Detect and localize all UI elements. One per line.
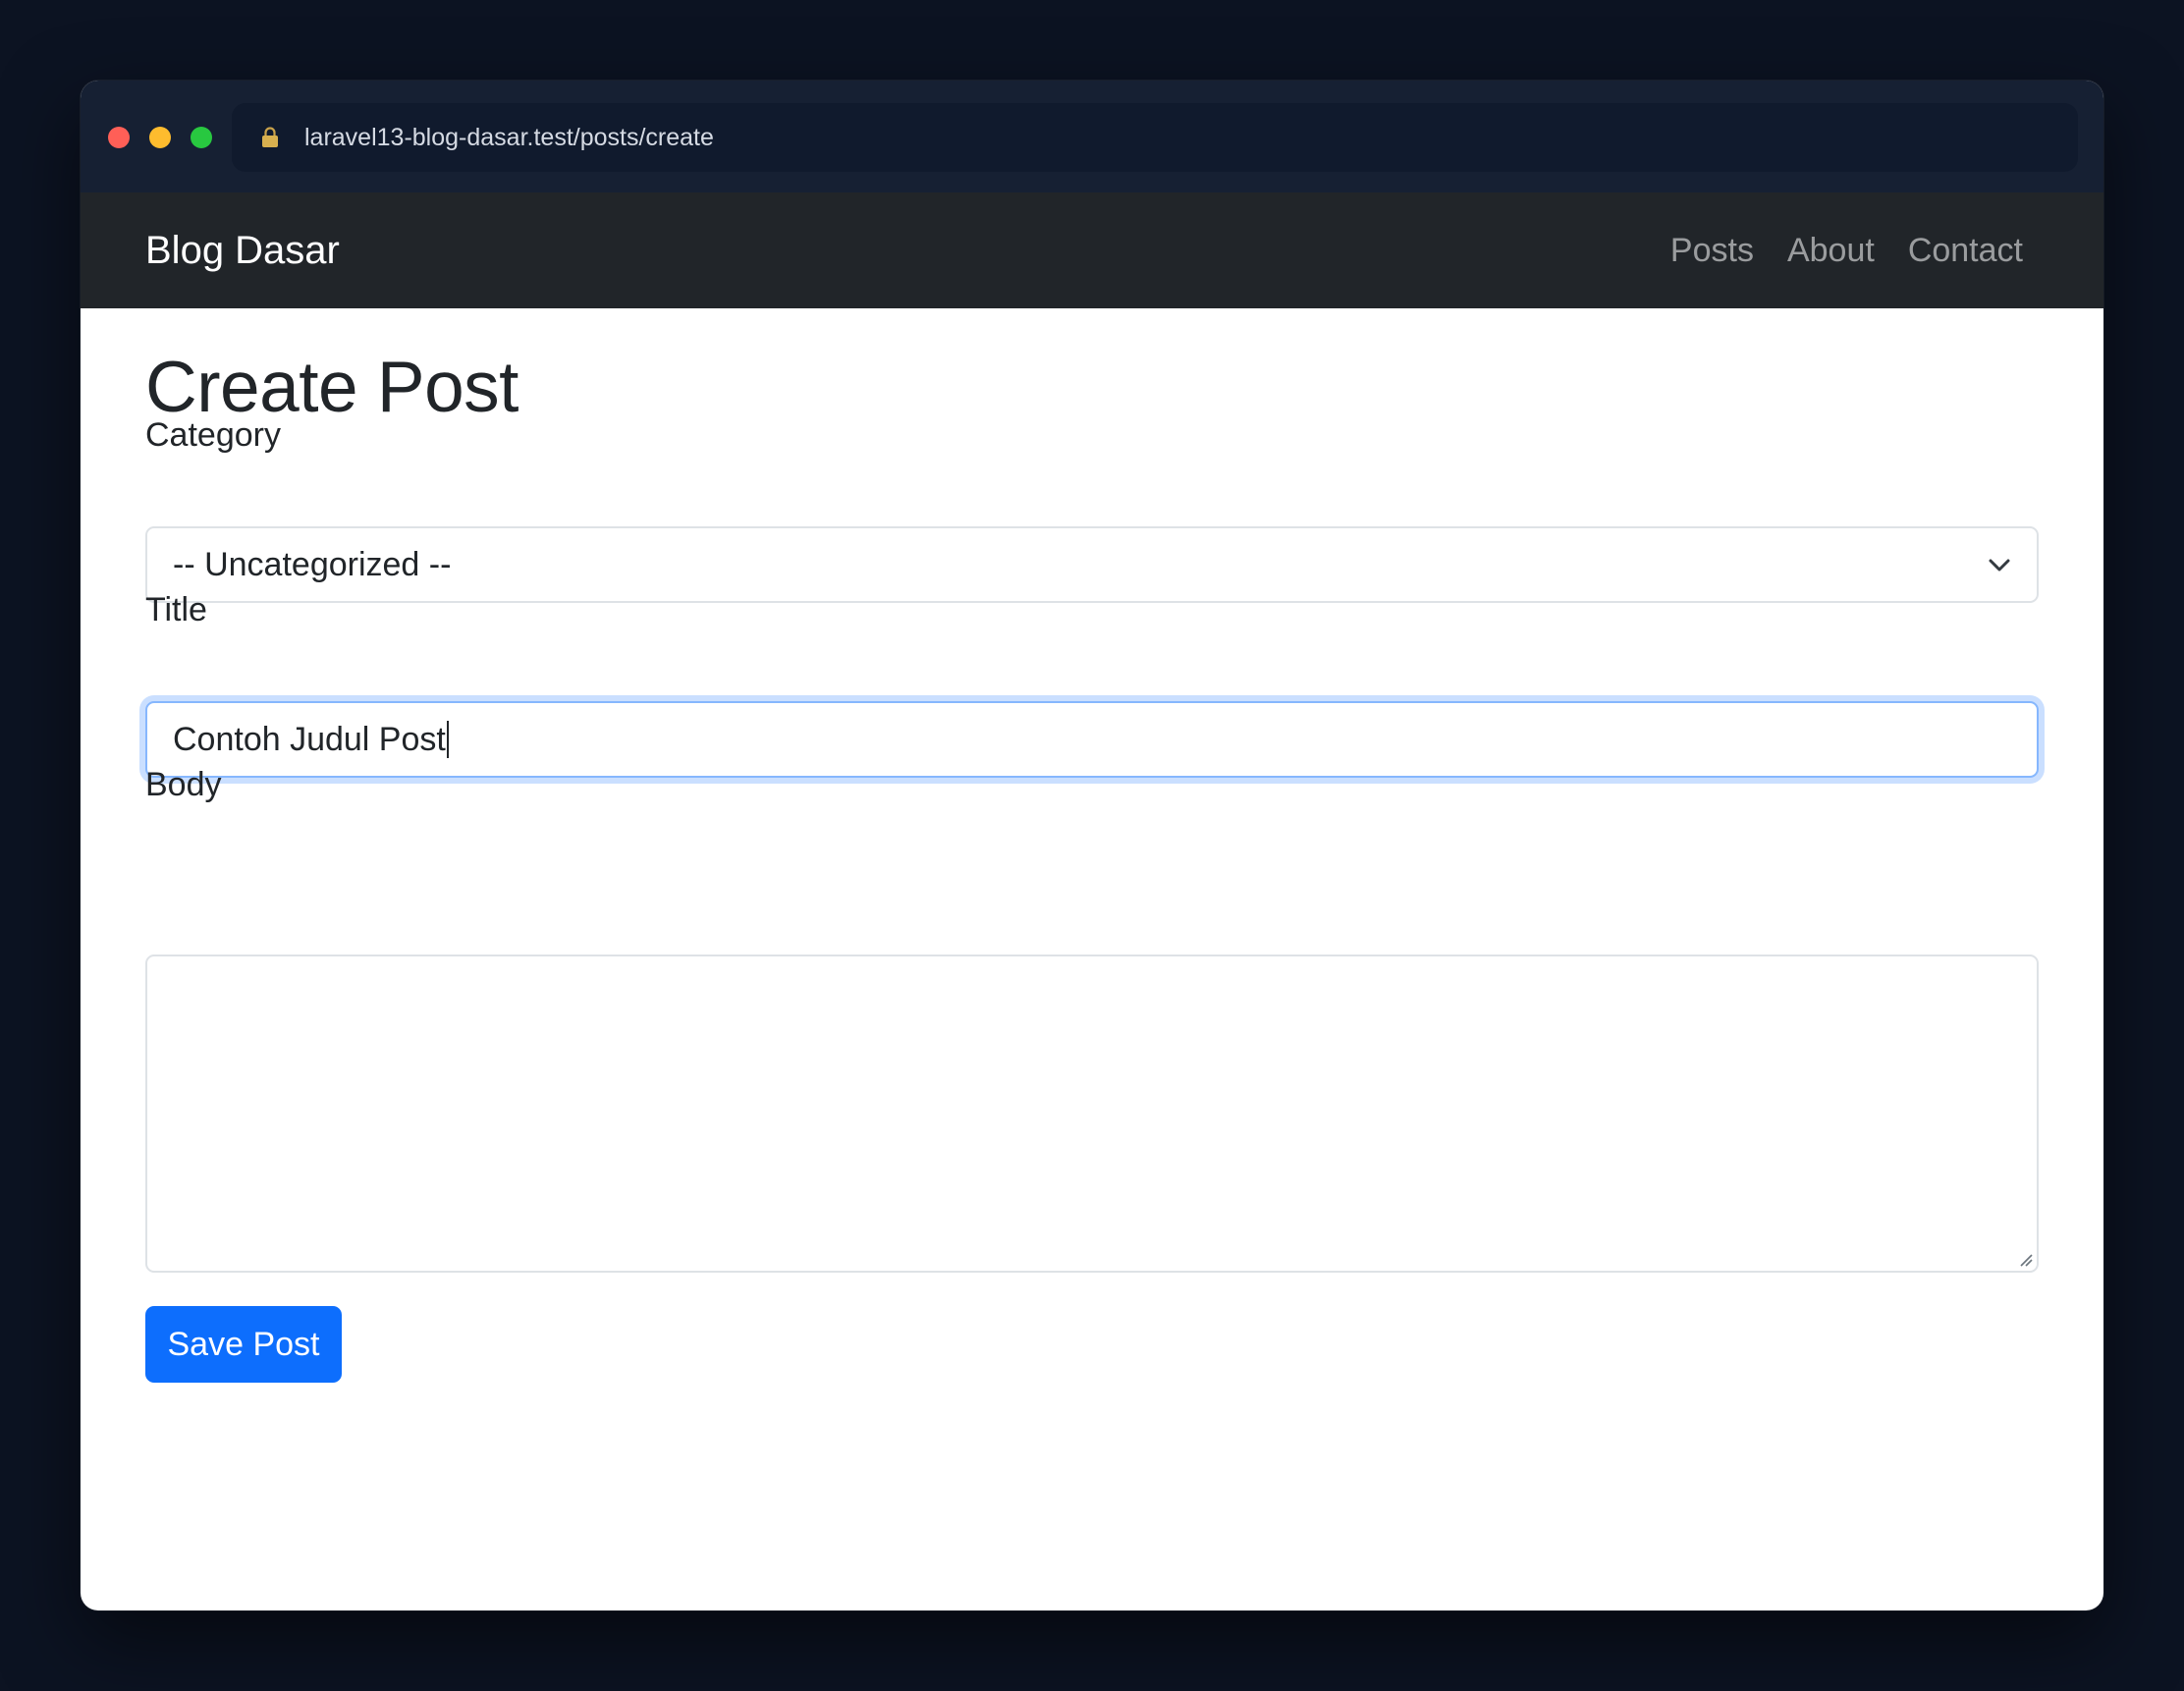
nav-link-contact[interactable]: Contact bbox=[1908, 232, 2023, 270]
address-bar-url: laravel13-blog-dasar.test/posts/create bbox=[304, 124, 714, 151]
site-brand[interactable]: Blog Dasar bbox=[145, 192, 340, 308]
browser-titlebar: laravel13-blog-dasar.test/posts/create bbox=[81, 81, 2103, 192]
title-input-text: Contoh Judul Post bbox=[173, 721, 446, 758]
title-input-value: Contoh Judul Post bbox=[173, 703, 449, 776]
title-label: Title bbox=[145, 591, 207, 628]
minimize-window-button[interactable] bbox=[149, 127, 171, 148]
category-label: Category bbox=[145, 416, 281, 454]
browser-window: laravel13-blog-dasar.test/posts/create B… bbox=[81, 81, 2103, 1610]
body-textarea[interactable] bbox=[145, 955, 2039, 1273]
chevron-down-icon bbox=[1989, 559, 2010, 572]
body-label: Body bbox=[145, 766, 222, 803]
text-caret bbox=[446, 721, 449, 758]
title-input[interactable]: Contoh Judul Post bbox=[145, 701, 2039, 778]
address-bar[interactable]: laravel13-blog-dasar.test/posts/create bbox=[232, 103, 2078, 172]
site-navbar: Blog Dasar Posts About Contact bbox=[81, 192, 2103, 308]
category-select-value: -- Uncategorized -- bbox=[173, 546, 452, 583]
resize-handle-icon[interactable] bbox=[2019, 1253, 2033, 1267]
page-title: Create Post bbox=[145, 348, 519, 427]
save-post-button[interactable]: Save Post bbox=[145, 1306, 342, 1383]
maximize-window-button[interactable] bbox=[191, 127, 212, 148]
nav-links: Posts About Contact bbox=[1670, 192, 2023, 308]
category-select[interactable]: -- Uncategorized -- bbox=[145, 526, 2039, 603]
nav-link-about[interactable]: About bbox=[1787, 232, 1875, 270]
lock-icon bbox=[262, 127, 278, 147]
nav-link-posts[interactable]: Posts bbox=[1670, 232, 1754, 270]
close-window-button[interactable] bbox=[108, 127, 130, 148]
